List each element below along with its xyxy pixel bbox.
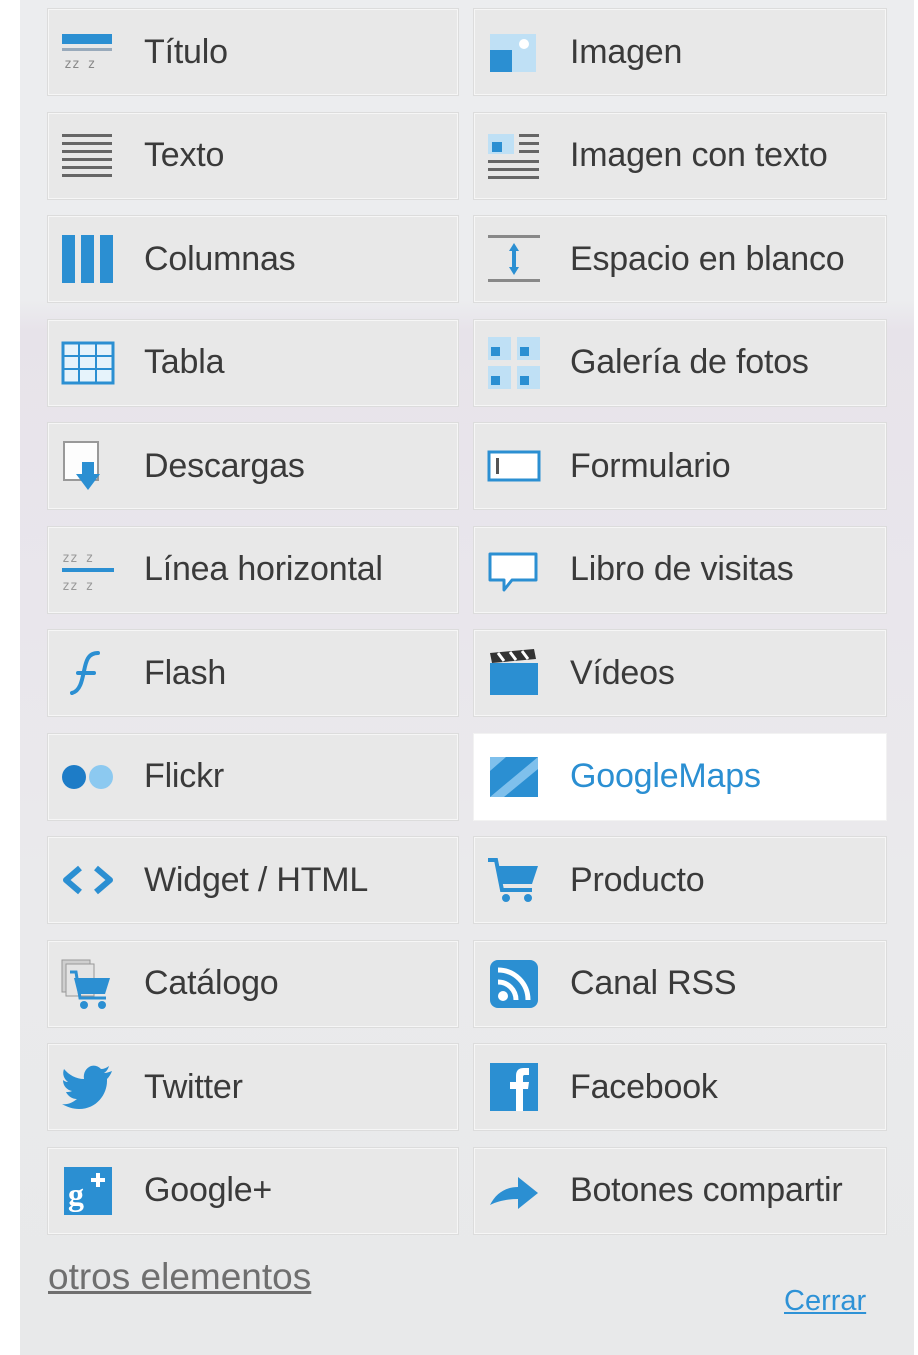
element-videos[interactable]: Vídeos — [473, 629, 887, 717]
element-columns[interactable]: Columnas — [47, 215, 459, 303]
element-label: Catálogo — [144, 964, 279, 1002]
svg-text:zz z: zz z — [64, 57, 95, 72]
svg-text:g: g — [68, 1176, 84, 1212]
element-catalog[interactable]: Catálogo — [47, 939, 459, 1028]
rss-icon — [486, 956, 542, 1012]
element-label: Columnas — [144, 239, 296, 278]
element-googlemaps[interactable]: GoogleMaps — [473, 732, 887, 821]
element-label: Libro de visitas — [570, 550, 794, 588]
svg-text:zz z: zz z — [62, 551, 93, 566]
photo-gallery-icon — [486, 335, 542, 391]
element-label: Google+ — [144, 1171, 273, 1209]
element-label: Imagen con texto — [570, 136, 828, 174]
element-facebook[interactable]: Facebook — [473, 1043, 887, 1131]
element-label: Producto — [570, 860, 705, 899]
element-label: Descargas — [144, 446, 305, 485]
element-table[interactable]: Tabla — [47, 318, 459, 407]
element-horizontal-line[interactable]: zz z zz z Línea horizontal — [47, 525, 459, 614]
element-label: Espacio en blanco — [570, 239, 845, 278]
element-label: Flash — [144, 653, 227, 692]
element-widget-html[interactable]: Widget / HTML — [47, 836, 459, 924]
twitter-icon — [60, 1059, 116, 1115]
element-label: Línea horizontal — [144, 550, 383, 588]
element-image-with-text[interactable]: Imagen con texto — [473, 111, 887, 200]
element-product[interactable]: Producto — [473, 836, 887, 924]
element-flash[interactable]: Flash — [47, 629, 459, 717]
text-icon — [60, 128, 116, 184]
element-label: Canal RSS — [570, 964, 737, 1002]
element-form[interactable]: Formulario — [473, 422, 887, 510]
element-label: Formulario — [570, 446, 731, 485]
shopping-cart-icon — [486, 852, 542, 908]
download-icon — [60, 438, 116, 494]
flash-icon — [60, 645, 116, 701]
spacer-icon — [486, 231, 542, 287]
element-flickr[interactable]: Flickr — [47, 732, 459, 821]
element-text[interactable]: Texto — [47, 111, 459, 200]
element-label: Tabla — [144, 343, 225, 381]
element-label: Twitter — [144, 1067, 243, 1106]
element-guestbook[interactable]: Libro de visitas — [473, 525, 887, 614]
element-label: Widget / HTML — [144, 860, 369, 899]
title-icon: zz z — [60, 24, 116, 80]
element-google-plus[interactable]: g Google+ — [47, 1146, 459, 1235]
element-title[interactable]: zz z Título — [47, 8, 459, 96]
element-label: GoogleMaps — [570, 757, 761, 795]
element-label: Texto — [144, 136, 225, 174]
element-rss[interactable]: Canal RSS — [473, 939, 887, 1028]
guestbook-icon — [486, 542, 542, 598]
element-spacer[interactable]: Espacio en blanco — [473, 215, 887, 303]
widget-html-icon — [60, 852, 116, 908]
catalog-icon — [60, 956, 116, 1012]
element-twitter[interactable]: Twitter — [47, 1043, 459, 1131]
image-with-text-icon — [486, 128, 542, 184]
video-icon — [486, 645, 542, 701]
googlemaps-icon — [486, 749, 542, 805]
element-label: Galería de fotos — [570, 343, 809, 381]
google-plus-icon: g — [60, 1163, 116, 1219]
image-icon — [486, 24, 542, 80]
facebook-icon — [486, 1059, 542, 1115]
element-share-buttons[interactable]: Botones compartir — [473, 1146, 887, 1235]
element-label: Flickr — [144, 757, 224, 795]
element-downloads[interactable]: Descargas — [47, 422, 459, 510]
columns-icon — [60, 231, 116, 287]
svg-text:zz z: zz z — [62, 579, 93, 594]
element-photo-gallery[interactable]: Galería de fotos — [473, 318, 887, 407]
element-label: Imagen — [570, 32, 683, 71]
other-elements-link[interactable]: otros elementos — [48, 1256, 311, 1298]
element-label: Título — [144, 32, 228, 71]
element-label: Botones compartir — [570, 1171, 843, 1209]
close-link[interactable]: Cerrar — [784, 1285, 866, 1318]
form-icon — [486, 438, 542, 494]
table-icon — [60, 335, 116, 391]
horizontal-line-icon: zz z zz z — [60, 542, 116, 598]
element-image[interactable]: Imagen — [473, 8, 887, 96]
element-label: Facebook — [570, 1067, 718, 1106]
flickr-icon — [60, 749, 116, 805]
element-grid: zz z Título Imagen Texto Imagen con text… — [47, 8, 887, 1235]
element-label: Vídeos — [570, 653, 675, 692]
share-buttons-icon — [486, 1163, 542, 1219]
